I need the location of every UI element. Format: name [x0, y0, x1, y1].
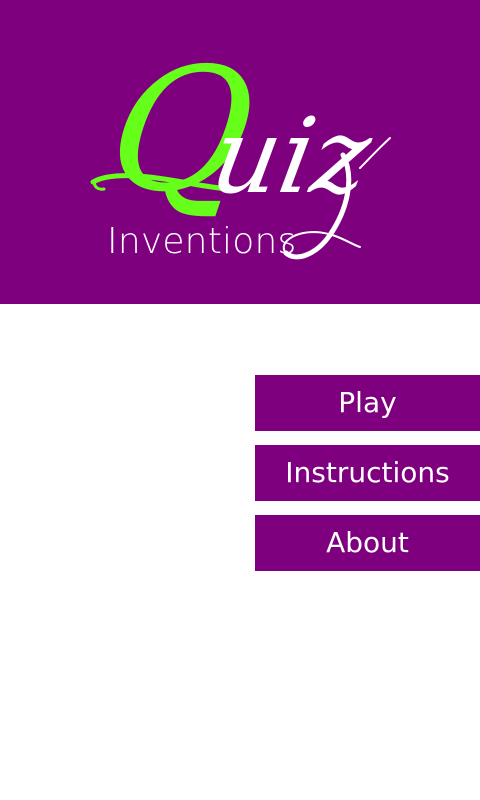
- app-header: Q uiz Inventions: [0, 0, 480, 304]
- instructions-button[interactable]: Instructions: [255, 445, 480, 501]
- main-menu: Play Instructions About: [255, 375, 480, 571]
- play-button[interactable]: Play: [255, 375, 480, 431]
- about-button[interactable]: About: [255, 515, 480, 571]
- quiz-logo: Q uiz Inventions: [0, 0, 480, 304]
- logo-letters-uiz: uiz: [203, 95, 380, 217]
- logo-subtitle: Inventions: [107, 221, 297, 262]
